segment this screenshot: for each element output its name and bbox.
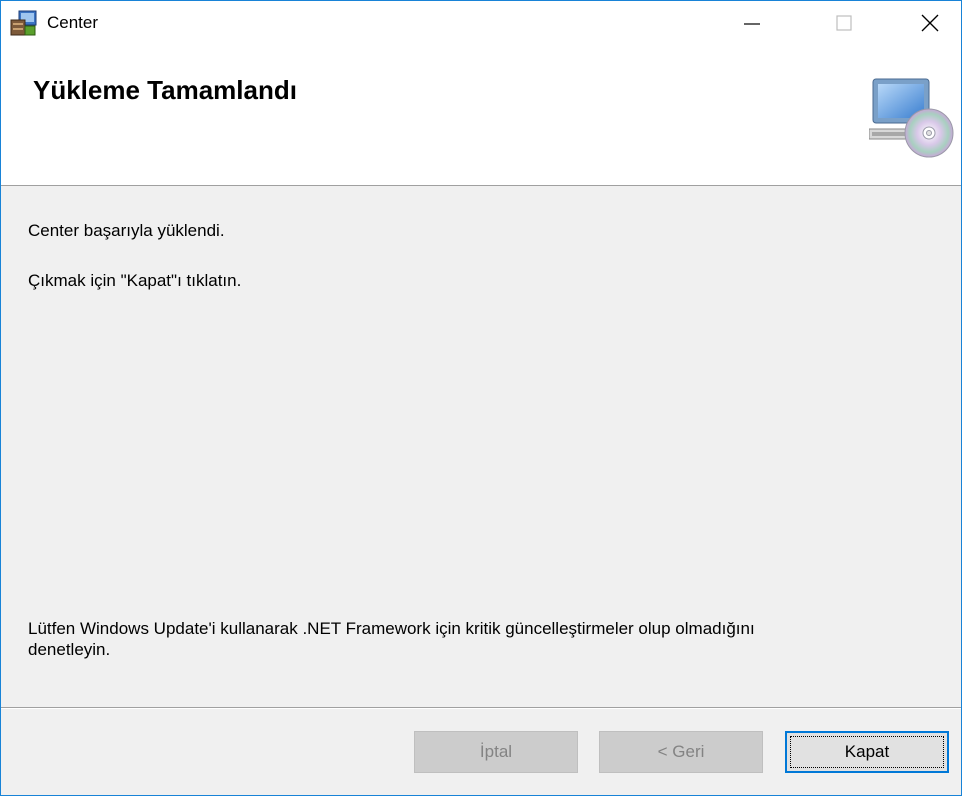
installer-icon [9,8,39,38]
close-button-label: Kapat [844,742,890,761]
minimize-button[interactable] [721,1,783,45]
button-separator [1,707,961,709]
exit-instruction: Çıkmak için "Kapat"ı tıklatın. [28,271,242,290]
back-button-label: < Geri [657,742,705,761]
maximize-icon [836,15,852,31]
close-button[interactable]: Kapat [785,731,949,773]
title-bar[interactable]: Center [1,1,961,45]
wizard-header: Yükleme Tamamlandı [1,45,961,186]
close-icon [921,14,939,32]
update-note-line-1: Lütfen Windows Update'i kullanarak .NET … [28,619,755,638]
back-button[interactable]: < Geri [599,731,763,773]
installer-window: Center Yükleme Tamamlandı Center başarıy… [0,0,962,796]
success-message: Center başarıyla yüklendi. [28,221,225,240]
cancel-button-label: İptal [479,742,513,761]
page-title: Yükleme Tamamlandı [33,75,297,105]
computer-cd-icon [869,78,954,158]
minimize-icon [744,23,760,25]
maximize-button[interactable] [813,1,875,45]
close-window-button[interactable] [899,1,961,45]
update-note-line-2: denetleyin. [28,640,111,659]
window-title: Center [47,13,99,32]
cancel-button[interactable]: İptal [414,731,578,773]
